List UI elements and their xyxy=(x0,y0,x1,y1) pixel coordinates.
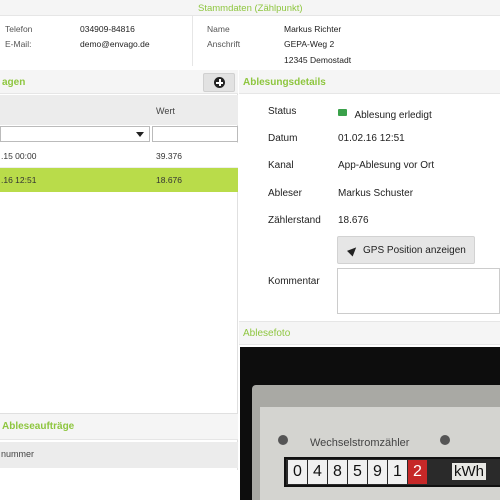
location-arrow-icon xyxy=(346,244,360,257)
email-label: E-Mail: xyxy=(5,39,32,49)
kommentar-textarea[interactable] xyxy=(337,268,500,314)
digit: 0 xyxy=(288,460,307,484)
digit: 5 xyxy=(348,460,367,484)
address-line2: 12345 Demostadt xyxy=(284,55,352,65)
table-row-selected[interactable]: .16 12:51 18.676 xyxy=(0,168,238,192)
name-value: Markus Richter xyxy=(284,24,342,34)
status-value: Ablesung erledigt xyxy=(354,110,432,121)
meter-photo[interactable]: Wechselstromzähler 0485912 kWh xyxy=(240,347,500,500)
stammdaten-divider xyxy=(192,16,193,66)
row-value: 18.676 xyxy=(156,175,182,185)
row-value: 39.376 xyxy=(156,151,182,161)
address-label: Anschrift xyxy=(207,39,241,49)
zaehlerstand-label: Zählerstand xyxy=(268,215,321,226)
value-filter-input[interactable] xyxy=(152,126,238,142)
zaehlerstand-value: 18.676 xyxy=(338,215,369,226)
stammdaten-title: Stammdaten (Zählpunkt) xyxy=(198,3,303,14)
datum-label: Datum xyxy=(268,133,298,144)
kommentar-label: Kommentar xyxy=(268,276,320,287)
table-row[interactable]: .15 00:00 39.376 xyxy=(0,143,238,168)
status-badge: Ablesung erledigt xyxy=(338,105,432,123)
details-title: Ablesungsdetails xyxy=(243,77,326,88)
ableser-value: Markus Schuster xyxy=(338,188,414,199)
plus-icon-v xyxy=(219,79,221,86)
meter-unit: kWh xyxy=(452,463,486,480)
auftraege-table-header xyxy=(0,442,238,468)
digit: 4 xyxy=(308,460,327,484)
row-date: .15 00:00 xyxy=(1,151,37,161)
screw-icon xyxy=(278,435,288,445)
photo-title: Ablesefoto xyxy=(243,328,291,339)
meter-digits: 0485912 xyxy=(288,460,427,484)
digit: 1 xyxy=(388,460,407,484)
digit-decimal: 2 xyxy=(408,460,427,484)
camera-icon xyxy=(338,109,347,117)
kanal-label: Kanal xyxy=(268,160,294,171)
name-label: Name xyxy=(207,24,230,34)
email-value: demo@envago.de xyxy=(80,39,150,49)
add-reading-button[interactable] xyxy=(203,73,235,92)
column-nummer[interactable]: nummer xyxy=(1,449,34,459)
meter-label: Wechselstromzähler xyxy=(310,437,410,449)
readings-table-header xyxy=(0,95,238,125)
caret-down-icon xyxy=(136,132,144,137)
auftraege-title: Ableseaufträge xyxy=(2,421,75,432)
phone-label: Telefon xyxy=(5,24,33,34)
row-date: .16 12:51 xyxy=(1,175,37,185)
date-filter-select[interactable] xyxy=(0,126,150,142)
digit: 8 xyxy=(328,460,347,484)
column-wert[interactable]: Wert xyxy=(156,106,175,116)
ableser-label: Ableser xyxy=(268,188,302,199)
gps-button-label: GPS Position anzeigen xyxy=(363,245,466,256)
address-line1: GEPA-Weg 2 xyxy=(284,39,335,49)
phone-value: 034909-84816 xyxy=(80,24,135,34)
gps-position-button[interactable]: GPS Position anzeigen xyxy=(337,236,475,264)
readings-title: agen xyxy=(2,77,26,88)
status-label: Status xyxy=(268,106,297,117)
digit: 9 xyxy=(368,460,387,484)
kanal-value: App-Ablesung vor Ort xyxy=(338,160,435,171)
screw-icon xyxy=(440,435,450,445)
datum-value: 01.02.16 12:51 xyxy=(338,133,405,144)
